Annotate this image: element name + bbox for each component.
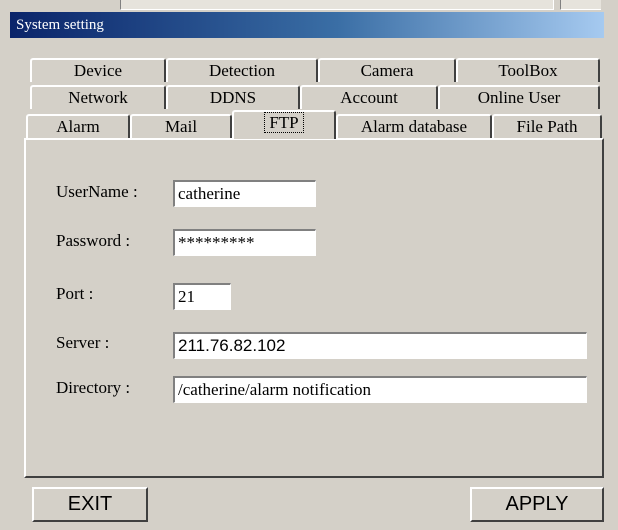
username-input[interactable]: catherine <box>173 180 316 207</box>
tab-label: Account <box>340 88 398 107</box>
tab-label: Camera <box>360 61 414 80</box>
tab-label: Detection <box>208 61 276 80</box>
tab-label: Network <box>68 88 128 107</box>
tab-label: ToolBox <box>498 61 558 80</box>
tab-label: Alarm database <box>360 117 468 136</box>
tab-label: DDNS <box>209 88 257 107</box>
username-label: UserName : <box>56 182 138 201</box>
password-input[interactable]: ********* <box>173 229 316 256</box>
tab-label: Device <box>73 61 123 80</box>
tab-label: Mail <box>164 117 198 136</box>
background-field-2 <box>560 0 601 10</box>
port-label: Port : <box>56 284 94 303</box>
server-input[interactable]: 211.76.82.102 <box>173 332 587 359</box>
tab-ddns[interactable]: DDNS <box>166 85 300 109</box>
tab-toolbox[interactable]: ToolBox <box>456 58 600 82</box>
server-label: Server : <box>56 333 110 352</box>
background-field <box>120 0 554 10</box>
tab-detection[interactable]: Detection <box>166 58 318 82</box>
tab-label: Alarm <box>56 117 100 136</box>
tab-label: Online User <box>477 88 561 107</box>
exit-button[interactable]: EXIT <box>32 487 148 522</box>
tab-mail[interactable]: Mail <box>130 114 232 138</box>
dialog-left-edge <box>0 12 10 530</box>
tab-alarm[interactable]: Alarm <box>26 114 130 138</box>
apply-button[interactable]: APPLY <box>470 487 604 522</box>
top-strip <box>0 0 618 12</box>
tab-alarm-database[interactable]: Alarm database <box>336 114 492 138</box>
port-input[interactable]: 21 <box>173 283 231 310</box>
title-bar: System setting <box>10 12 604 38</box>
tab-device[interactable]: Device <box>30 58 166 82</box>
window-title: System setting <box>16 17 104 33</box>
tab-account[interactable]: Account <box>300 85 438 109</box>
tab-label: FTP <box>264 112 304 133</box>
tab-ftp[interactable]: FTP <box>232 110 336 139</box>
tab-online-user[interactable]: Online User <box>438 85 600 109</box>
tab-file-path[interactable]: File Path <box>492 114 602 138</box>
directory-label: Directory : <box>56 378 131 397</box>
directory-input[interactable]: /catherine/alarm notification <box>173 376 587 403</box>
tab-network[interactable]: Network <box>30 85 166 109</box>
tab-camera[interactable]: Camera <box>318 58 456 82</box>
tab-label: File Path <box>516 117 578 136</box>
password-label: Password : <box>56 231 131 250</box>
